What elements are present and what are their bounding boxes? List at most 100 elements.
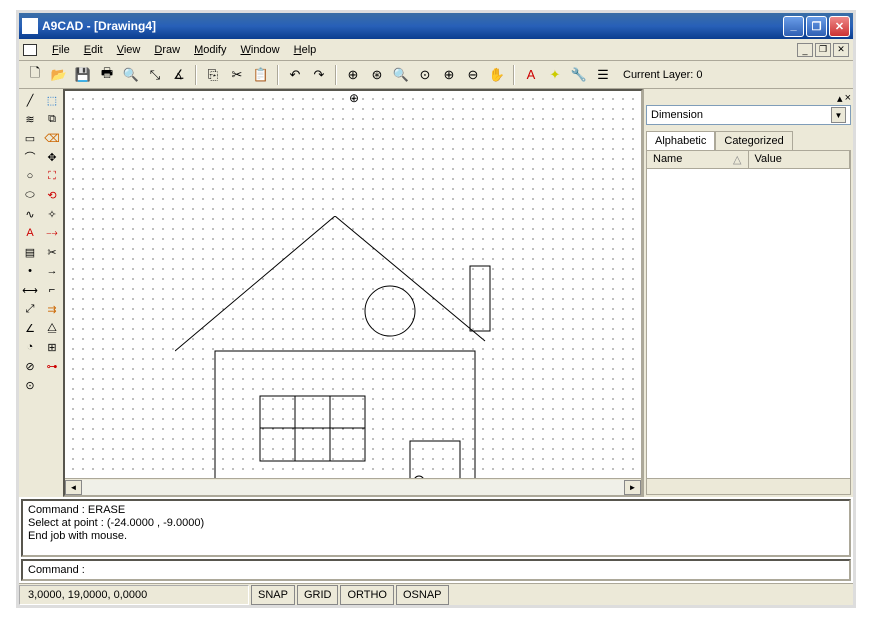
col-name[interactable]: Name △	[647, 151, 749, 168]
col-value[interactable]: Value	[749, 151, 851, 168]
line-icon[interactable]: ╱	[21, 91, 39, 109]
zoom-out-icon[interactable]: ⊖	[463, 65, 483, 85]
modify-toolbar: ⬚ ⧉ ⌫ ✥ ⛶ ⟲ ✧ ⤍ ✂ → ⌐ ⇉ ⧋ ⊞ ⊶	[41, 89, 63, 497]
undo-icon[interactable]: ↶	[285, 65, 305, 85]
menu-help[interactable]: Help	[287, 42, 324, 58]
hatch-icon[interactable]: ▤	[21, 243, 39, 261]
doc-restore-button[interactable]: ❐	[815, 43, 831, 57]
array-icon[interactable]: ⊞	[43, 338, 61, 356]
log-line: End job with mouse.	[28, 530, 844, 543]
menu-edit[interactable]: Edit	[77, 42, 110, 58]
chevron-down-icon[interactable]: ▼	[831, 107, 846, 123]
panel-pin-icon[interactable]: ▴	[837, 92, 843, 105]
minimize-button[interactable]: _	[783, 16, 804, 37]
point-icon[interactable]: •	[21, 262, 39, 280]
paste-icon[interactable]: 📋	[251, 65, 271, 85]
offset-icon[interactable]: ⇉	[43, 300, 61, 318]
scale-icon[interactable]: ⛶	[43, 167, 61, 185]
fillet-icon[interactable]: ⌐	[43, 281, 61, 299]
menu-view[interactable]: View	[110, 42, 148, 58]
copy-icon[interactable]: ⎘	[203, 65, 223, 85]
ortho-toggle[interactable]: ORTHO	[340, 585, 394, 605]
move-icon[interactable]: ✥	[43, 148, 61, 166]
mirror-icon[interactable]: ⧋	[43, 319, 61, 337]
ellipse-icon[interactable]: ⬭	[21, 186, 39, 204]
dim-linear-icon[interactable]: ⟷	[21, 281, 39, 299]
doc-minimize-button[interactable]: _	[797, 43, 813, 57]
maximize-button[interactable]: ❐	[806, 16, 827, 37]
pick-icon[interactable]: ⤡	[145, 65, 165, 85]
object-type-dropdown[interactable]: Dimension ▼	[646, 105, 851, 125]
zoom-extent-icon[interactable]: ⊛	[367, 65, 387, 85]
polyline-icon[interactable]: ≋	[21, 110, 39, 128]
doc-close-button[interactable]: ✕	[833, 43, 849, 57]
tab-categorized[interactable]: Categorized	[715, 131, 792, 150]
panel-close-icon[interactable]: ×	[845, 92, 851, 104]
measure-icon[interactable]: ∡	[169, 65, 189, 85]
extend-icon[interactable]: →	[43, 262, 61, 280]
menu-file[interactable]: File	[45, 42, 77, 58]
explode-icon[interactable]: ✧	[43, 205, 61, 223]
command-input[interactable]: Command :	[21, 559, 851, 581]
scroll-right-icon[interactable]: ►	[624, 480, 641, 495]
statusbar: 3,0000, 19,0000, 0,0000 SNAP GRID ORTHO …	[19, 583, 853, 605]
copy2-icon[interactable]: ⧉	[43, 110, 61, 128]
rotate-icon[interactable]: ⟲	[43, 186, 61, 204]
dim-angle-icon[interactable]: ∠	[21, 319, 39, 337]
redo-icon[interactable]: ↷	[309, 65, 329, 85]
snap-toggle[interactable]: SNAP	[251, 585, 295, 605]
workspace: ╱ ≋ ▭ ⌒ ○ ⬭ ∿ A ▤ • ⟷ ⤢ ∠ ◔ ⊘ ⊙ ⬚ ⧉ ⌫ ✥ …	[19, 89, 853, 497]
spline-icon[interactable]: ∿	[21, 205, 39, 223]
select-icon[interactable]: ⬚	[43, 91, 61, 109]
canvas-container: ⊕ ◄ ►	[63, 89, 643, 497]
cut-icon[interactable]: ✂	[227, 65, 247, 85]
close-button[interactable]: ✕	[829, 16, 850, 37]
text-style-icon[interactable]: A	[521, 65, 541, 85]
dim-ordinate-icon[interactable]: ⊙	[21, 376, 39, 394]
menu-window[interactable]: Window	[233, 42, 286, 58]
settings-icon[interactable]: 🔧	[569, 65, 589, 85]
print-icon[interactable]: 🖶	[97, 65, 117, 85]
scroll-left-icon[interactable]: ◄	[65, 480, 82, 495]
tab-alphabetic[interactable]: Alphabetic	[646, 131, 715, 150]
join-icon[interactable]: ⊶	[43, 357, 61, 375]
horizontal-scrollbar[interactable]: ◄ ►	[65, 478, 641, 495]
dim-diameter-icon[interactable]: ⊘	[21, 357, 39, 375]
erase-icon[interactable]: ⌫	[43, 129, 61, 147]
grid-toggle[interactable]: GRID	[297, 585, 339, 605]
titlebar[interactable]: ◧ A9CAD - [Drawing4] _ ❐ ✕	[19, 13, 853, 39]
properties-grid[interactable]: Name △ Value	[646, 150, 851, 495]
drawing-content	[175, 216, 515, 478]
dropdown-value: Dimension	[651, 109, 703, 121]
cursor-crosshair: ⊕	[349, 91, 359, 105]
break-icon[interactable]: ⤍	[43, 224, 61, 242]
draw-toolbar: ╱ ≋ ▭ ⌒ ○ ⬭ ∿ A ▤ • ⟷ ⤢ ∠ ◔ ⊘ ⊙	[19, 89, 41, 497]
drawing-canvas[interactable]: ⊕	[65, 91, 641, 478]
new-icon[interactable]: 🗋	[25, 65, 45, 85]
circle-icon[interactable]: ○	[21, 167, 39, 185]
zoom-plus-icon[interactable]: ⊕	[439, 65, 459, 85]
layers-icon[interactable]: ☰	[593, 65, 613, 85]
zoom-window-icon[interactable]: 🔍	[391, 65, 411, 85]
search-icon[interactable]: 🔍	[121, 65, 141, 85]
pan-icon[interactable]: ✋	[487, 65, 507, 85]
dim-align-icon[interactable]: ⤢	[21, 300, 39, 318]
command-log: Command : ERASE Select at point : (-24.0…	[21, 499, 851, 557]
zoom-realtime-icon[interactable]: ⊙	[415, 65, 435, 85]
text-icon[interactable]: A	[21, 224, 39, 242]
arc-icon[interactable]: ⌒	[21, 148, 39, 166]
trim-icon[interactable]: ✂	[43, 243, 61, 261]
rect-icon[interactable]: ▭	[21, 129, 39, 147]
osnap-toggle[interactable]: OSNAP	[396, 585, 449, 605]
document-icon[interactable]	[23, 44, 37, 56]
status-coordinates: 3,0000, 19,0000, 0,0000	[19, 585, 249, 605]
layer-label: Current Layer: 0	[623, 69, 702, 81]
main-toolbar: 🗋 📂 💾 🖶 🔍 ⤡ ∡ ⎘ ✂ 📋 ↶ ↷ ⊕ ⊛ 🔍 ⊙ ⊕ ⊖ ✋ A …	[19, 61, 853, 89]
dim-style-icon[interactable]: ✦	[545, 65, 565, 85]
save-icon[interactable]: 💾	[73, 65, 93, 85]
dim-radius-icon[interactable]: ◔	[21, 338, 39, 356]
menu-modify[interactable]: Modify	[187, 42, 233, 58]
zoom-in-icon[interactable]: ⊕	[343, 65, 363, 85]
open-icon[interactable]: 📂	[49, 65, 69, 85]
menu-draw[interactable]: Draw	[147, 42, 187, 58]
